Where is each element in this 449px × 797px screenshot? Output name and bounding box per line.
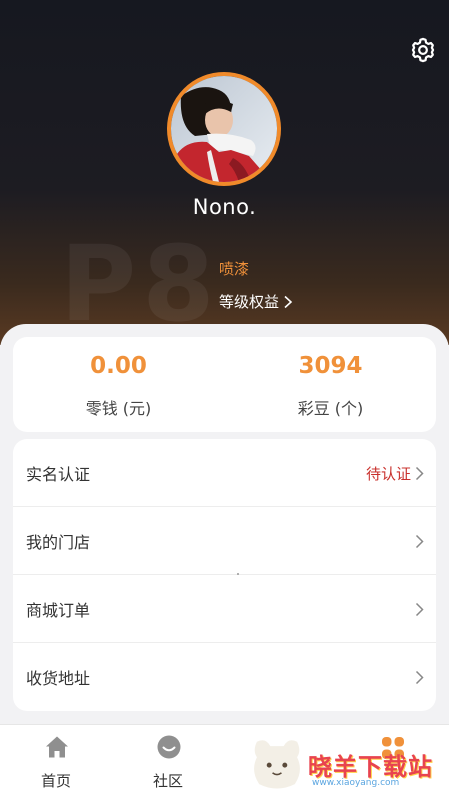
menu-item-label: 实名认证 — [26, 465, 91, 484]
balance-item[interactable]: 0.00 零钱 (元) — [13, 337, 224, 432]
watermark-overlay: 晓羊下载站 www.xiaoyang.com — [300, 747, 449, 797]
bottom-tab-bar: 首页 社区 晓羊下载站 www.xiaoyang.com — [0, 724, 449, 797]
menu-item-real-name[interactable]: 实名认证 待认证 — [13, 439, 436, 507]
balance-value: 0.00 — [90, 353, 147, 379]
menu-list: 实名认证 待认证 我的门店 商城订单 收货地址 — [13, 439, 436, 711]
menu-item-mall-orders[interactable]: 商城订单 — [13, 575, 436, 643]
menu-item-right: 待认证 — [366, 463, 424, 484]
tab-community[interactable]: 社区 — [112, 725, 224, 797]
tab-home[interactable]: 首页 — [0, 725, 112, 797]
home-icon — [46, 736, 68, 758]
menu-item-shipping-address[interactable]: 收货地址 — [13, 643, 436, 711]
balance-label: 零钱 (元) — [85, 399, 152, 418]
level-name: 喷漆 — [219, 260, 250, 278]
wallet-card: 0.00 零钱 (元) 3094 彩豆 (个) — [13, 337, 436, 432]
level-benefit-link[interactable]: 等级权益 — [219, 291, 293, 312]
mascot-icon — [254, 740, 300, 789]
level-benefit-label: 等级权益 — [219, 293, 280, 311]
level-badge-watermark: P8 — [60, 223, 221, 345]
chevron-right-icon — [415, 534, 424, 548]
menu-item-my-store[interactable]: 我的门店 — [13, 507, 436, 575]
avatar[interactable] — [167, 72, 281, 186]
chevron-right-icon — [415, 466, 424, 480]
profile-page: Nono. P8 喷漆 等级权益 0.00 零钱 (元) 3094 彩豆 (个)… — [0, 0, 449, 797]
menu-item-right — [415, 602, 424, 617]
username: Nono. — [192, 195, 257, 219]
chevron-right-icon — [415, 670, 424, 684]
tab-community-label: 社区 — [152, 772, 183, 790]
chevron-right-icon — [415, 602, 424, 616]
stray-dot — [237, 573, 239, 575]
menu-item-label: 我的门店 — [26, 533, 91, 552]
status-badge: 待认证 — [365, 464, 411, 483]
menu-item-label: 商城订单 — [26, 601, 91, 620]
smile-icon — [157, 735, 181, 759]
menu-item-right — [415, 670, 424, 685]
menu-item-right — [415, 534, 424, 549]
gear-icon[interactable] — [409, 36, 437, 64]
menu-item-label: 收货地址 — [26, 669, 91, 688]
watermark-text: 晓羊下载站 — [308, 753, 433, 781]
beans-label: 彩豆 (个) — [297, 399, 364, 418]
chevron-right-icon — [284, 295, 293, 308]
beans-item[interactable]: 3094 彩豆 (个) — [225, 337, 436, 432]
profile-header: Nono. P8 喷漆 等级权益 — [0, 0, 449, 345]
beans-value: 3094 — [298, 353, 363, 379]
watermark-url: www.xiaoyang.com — [312, 778, 400, 788]
tab-home-label: 首页 — [40, 772, 71, 790]
